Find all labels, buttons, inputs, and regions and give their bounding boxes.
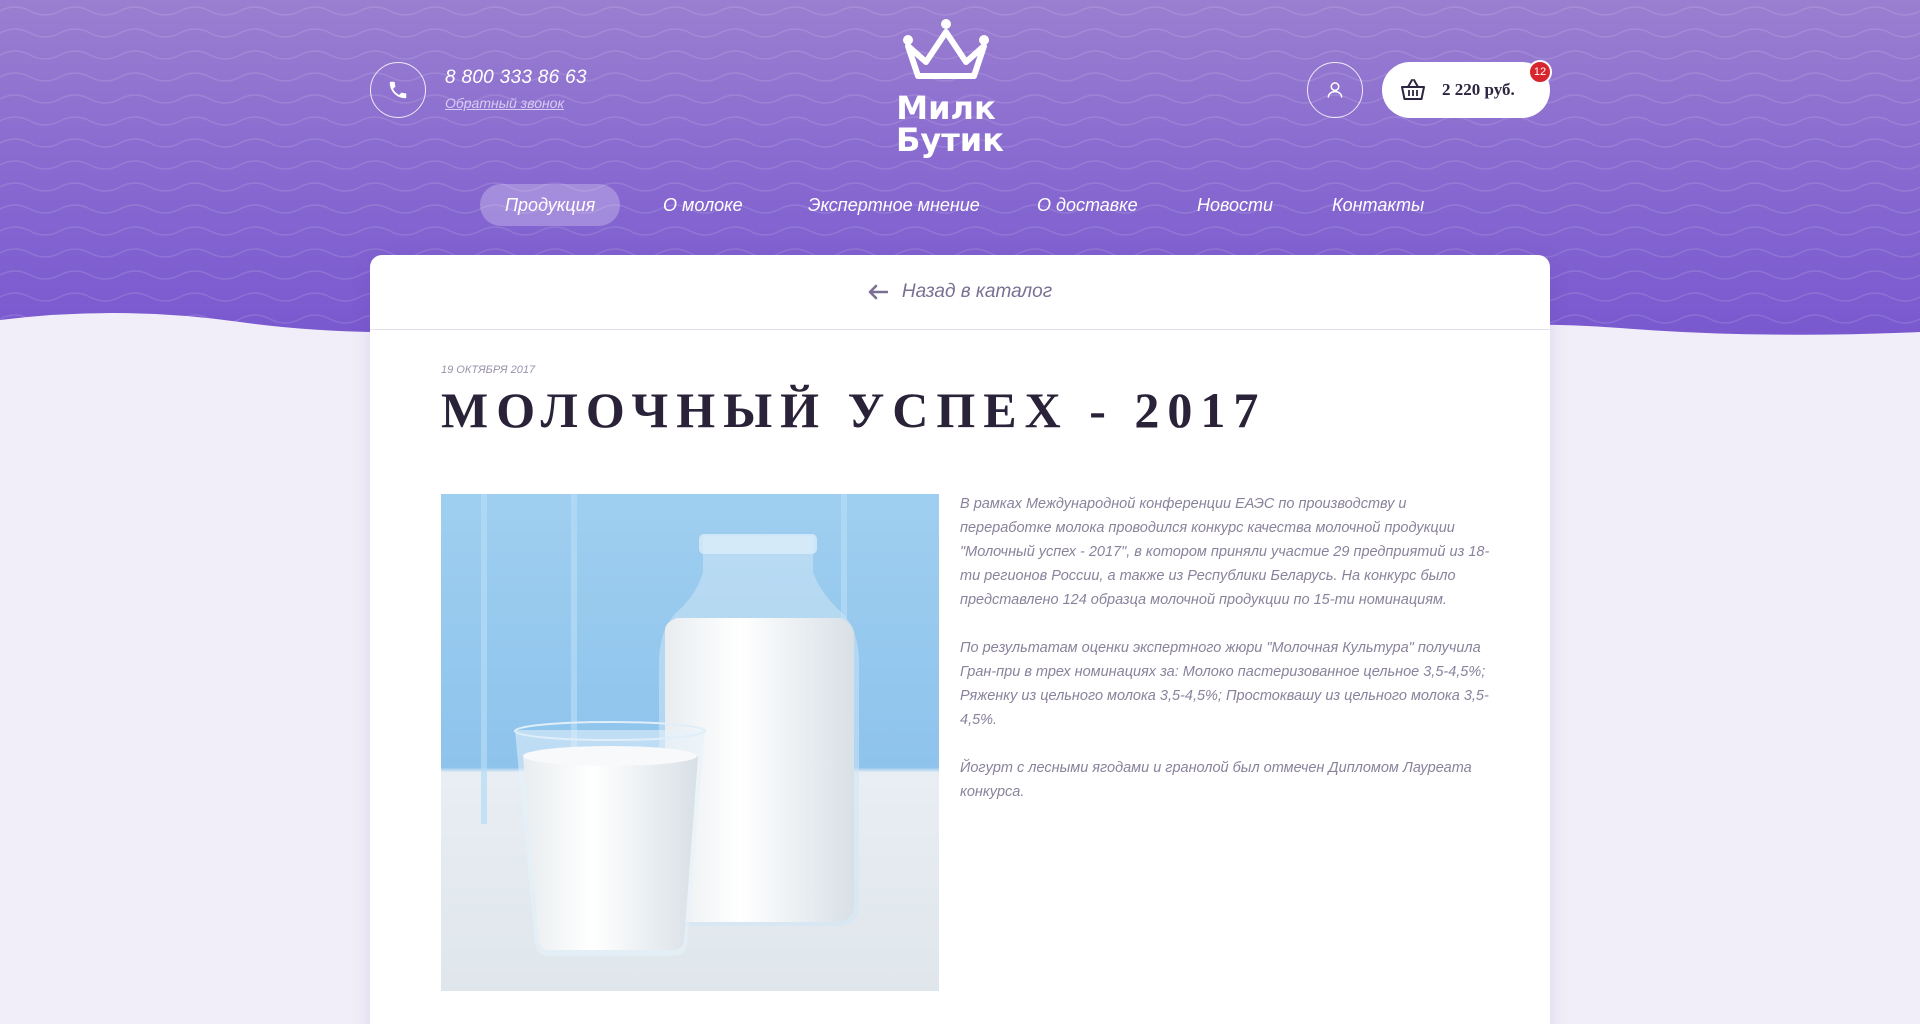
article-paragraph: Йогурт с лесными ягодами и гранолой был …	[960, 760, 1472, 800]
back-label: Назад в каталог	[901, 281, 1053, 302]
logo[interactable]: Милк Бутик	[896, 18, 1004, 159]
nav-item-contacts[interactable]: Контакты	[1307, 184, 1449, 226]
nav-item-about-milk[interactable]: О молоке	[638, 184, 768, 226]
article-photo	[441, 494, 939, 991]
cart-count-badge: 12	[1528, 60, 1552, 84]
crown-icon	[903, 19, 989, 79]
nav-item-delivery[interactable]: О доставке	[1012, 184, 1163, 226]
article-body: В рамках Международной конференции ЕАЭС …	[960, 492, 1490, 828]
article-title: МОЛОЧНЫЙ УСПЕХ - 2017	[441, 382, 1267, 438]
cart-total: 2 220 руб.	[1442, 80, 1515, 99]
article-paragraph: В рамках Международной конференции ЕАЭС …	[960, 496, 1490, 608]
logo-text-line1: Милк	[896, 89, 996, 127]
main-nav: Продукция О молоке Экспертное мнение О д…	[0, 184, 1920, 226]
phone-number[interactable]: 8 800 333 86 63	[445, 67, 587, 89]
user-icon	[1327, 82, 1343, 98]
article-paragraph: По результатам оценки экспертного жюри "…	[960, 640, 1489, 728]
article-date: 19 октября 2017	[441, 364, 536, 376]
article-card: Назад в каталог 19 октября 2017 МОЛОЧНЫЙ…	[370, 255, 1550, 1024]
nav-item-products[interactable]: Продукция	[480, 184, 621, 226]
account-button[interactable]	[1307, 62, 1363, 118]
phone-button[interactable]	[370, 62, 426, 118]
basket-icon	[1401, 79, 1425, 100]
milk-bottle-glass-image	[441, 494, 939, 991]
nav-item-expert-opinion[interactable]: Экспертное мнение	[783, 184, 1005, 226]
back-to-catalog-link[interactable]: Назад в каталог	[868, 281, 1052, 303]
arrow-left-icon	[868, 284, 888, 300]
nav-item-news[interactable]: Новости	[1172, 184, 1298, 226]
cart-button[interactable]: 2 220 руб. 12	[1382, 60, 1552, 118]
phone-icon	[389, 81, 407, 99]
callback-link[interactable]: Обратный звонок	[445, 95, 564, 111]
logo-text-line2: Бутик	[896, 121, 1004, 159]
back-bar: Назад в каталог	[370, 255, 1550, 330]
